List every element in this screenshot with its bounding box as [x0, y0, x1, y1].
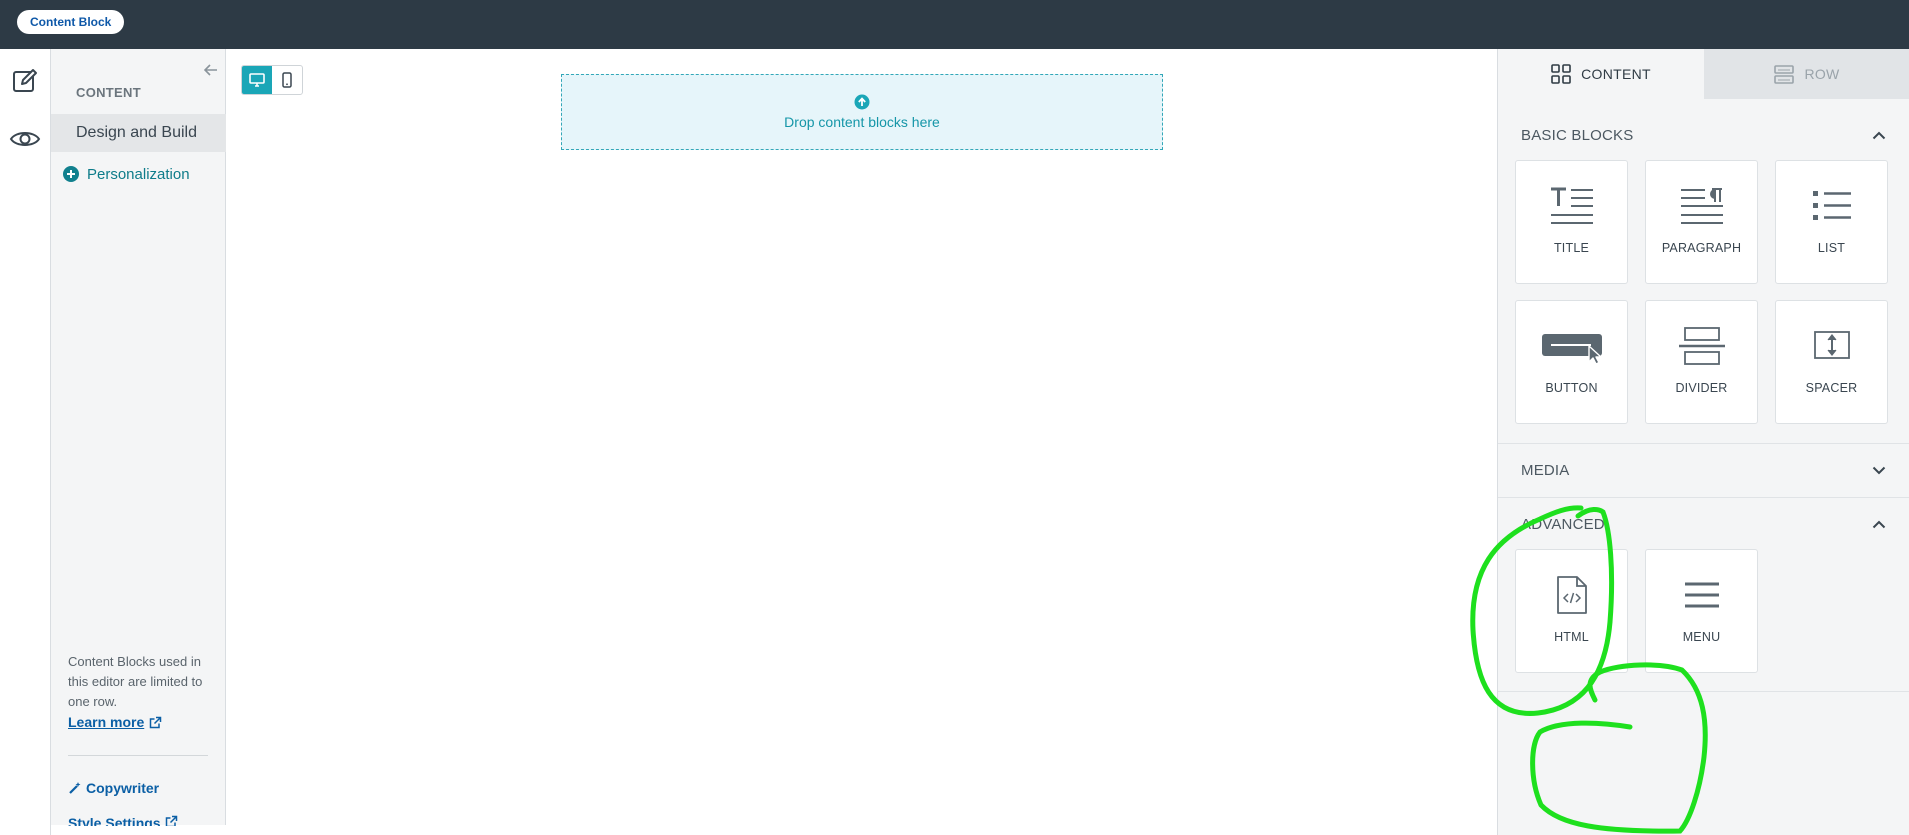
device-view-toggle [241, 65, 303, 95]
html-block[interactable]: HTML [1515, 549, 1628, 673]
row-limit-note: Content Blocks used in this editor are l… [68, 652, 213, 733]
icon-rail [0, 49, 51, 835]
tab-row[interactable]: ROW [1704, 49, 1909, 99]
paragraph-icon [1680, 188, 1723, 224]
personalization-link[interactable]: Personalization [63, 163, 190, 185]
button-icon [1541, 334, 1602, 365]
preview-mode-button[interactable] [5, 119, 45, 159]
content-nav-panel: CONTENT Design and Build Personalization… [51, 49, 226, 826]
style-settings-label: Style Settings [68, 815, 161, 826]
external-link-icon [165, 815, 177, 826]
basic-blocks-header[interactable]: BASIC BLOCKS [1498, 115, 1909, 155]
spacer-icon [1813, 331, 1850, 359]
copywriter-link[interactable]: Copywriter [68, 780, 159, 796]
upload-arrow-icon [854, 94, 870, 110]
basic-blocks-title: BASIC BLOCKS [1521, 126, 1634, 144]
chevron-up-icon [1872, 520, 1886, 528]
menu-block-label: MENU [1682, 630, 1721, 644]
spacer-block-label: SPACER [1805, 381, 1858, 395]
copywriter-label: Copywriter [86, 780, 160, 796]
style-settings-link[interactable]: Style Settings [68, 815, 178, 826]
learn-more-link[interactable]: Learn more [68, 712, 162, 732]
advanced-header[interactable]: ADVANCED [1498, 504, 1909, 544]
advanced-title: ADVANCED [1521, 515, 1605, 533]
button-block[interactable]: BUTTON [1515, 300, 1628, 424]
section-divider [1498, 443, 1909, 444]
rows-icon [1774, 65, 1795, 84]
divider-block-label: DIVIDER [1675, 381, 1728, 395]
chevron-up-icon [1872, 131, 1886, 139]
media-header[interactable]: MEDIA [1498, 450, 1909, 490]
desktop-icon [249, 73, 265, 87]
sidebar-tabs: CONTENT ROW [1498, 49, 1909, 99]
list-block-label: LIST [1817, 241, 1846, 255]
tab-content-label: CONTENT [1581, 66, 1651, 82]
top-bar: Content Block [0, 0, 1909, 49]
edit-icon [13, 69, 37, 92]
mobile-view-button[interactable] [272, 66, 302, 94]
html-block-label: HTML [1554, 630, 1589, 644]
nav-item-design-and-build[interactable]: Design and Build [51, 114, 226, 152]
paragraph-block-label: PARAGRAPH [1661, 241, 1742, 255]
content-block-badge[interactable]: Content Block [17, 10, 125, 34]
tab-content[interactable]: CONTENT [1498, 49, 1704, 99]
drop-zone[interactable]: Drop content blocks here [561, 74, 1163, 150]
media-title: MEDIA [1521, 461, 1570, 479]
button-block-label: BUTTON [1545, 381, 1598, 395]
list-icon [1812, 191, 1851, 220]
nav-heading: CONTENT [76, 85, 141, 100]
title-block-label: TITLE [1553, 241, 1590, 255]
edit-mode-button[interactable] [5, 61, 45, 101]
list-block[interactable]: LIST [1775, 160, 1888, 284]
nav-divider [68, 755, 208, 756]
spacer-block[interactable]: SPACER [1775, 300, 1888, 424]
eye-icon [9, 132, 41, 146]
personalization-label: Personalization [87, 165, 190, 183]
chevron-down-icon [1872, 466, 1886, 474]
tab-row-label: ROW [1804, 66, 1840, 82]
paragraph-block[interactable]: PARAGRAPH [1645, 160, 1758, 284]
divider-icon [1678, 327, 1725, 365]
section-divider [1498, 691, 1909, 692]
html-file-icon [1556, 576, 1587, 614]
grid-icon [1551, 64, 1571, 84]
row-limit-text: Content Blocks used in this editor are l… [68, 654, 203, 709]
magic-wand-icon [69, 782, 81, 794]
collapse-panel-button[interactable] [201, 60, 221, 80]
learn-more-label: Learn more [68, 714, 145, 730]
arrow-left-icon [204, 64, 217, 76]
mobile-icon [282, 72, 292, 88]
title-icon [1550, 187, 1593, 224]
menu-icon [1684, 582, 1719, 608]
blocks-sidebar: CONTENT ROW BASIC BLOCKS TITLE PARAGRAPH… [1497, 49, 1909, 835]
external-link-icon [150, 716, 162, 728]
title-block[interactable]: TITLE [1515, 160, 1628, 284]
drop-zone-text: Drop content blocks here [784, 114, 940, 130]
desktop-view-button[interactable] [242, 66, 272, 94]
menu-block[interactable]: MENU [1645, 549, 1758, 673]
divider-block[interactable]: DIVIDER [1645, 300, 1758, 424]
plus-circle-icon [63, 166, 79, 182]
section-divider [1498, 497, 1909, 498]
